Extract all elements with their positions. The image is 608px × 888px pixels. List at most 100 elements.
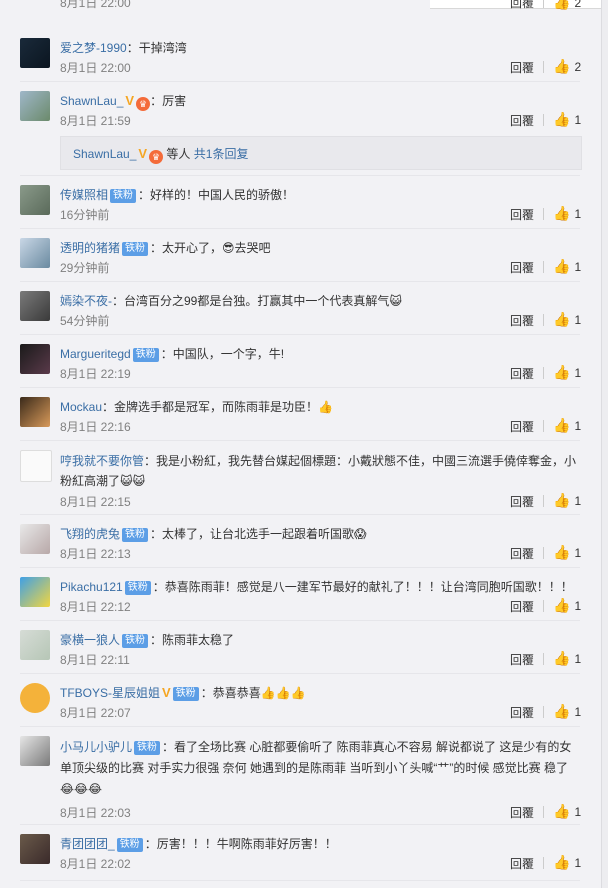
like-button[interactable]: 👍 1 <box>553 205 581 222</box>
reply-button[interactable]: 回覆 <box>510 545 534 562</box>
crown-badge-icon: ♛ <box>136 97 151 111</box>
comment-text: ：恭喜恭喜👍👍👍 <box>200 686 306 700</box>
fan-badge: 铁粉 <box>116 838 143 852</box>
comment-time: 16分钟前 <box>60 208 110 222</box>
username[interactable]: 哼我就不要你管 <box>60 454 144 468</box>
divider <box>543 600 544 612</box>
fan-badge: 铁粉 <box>122 634 149 648</box>
comment-text: ：陈雨菲太稳了 <box>150 633 235 647</box>
thumbs-up-icon: 👍 <box>553 650 571 666</box>
like-button[interactable]: 👍 1 <box>553 703 581 720</box>
reply-button[interactable]: 回覆 <box>510 418 534 435</box>
like-button[interactable]: 👍 1 <box>553 803 581 820</box>
reply-button[interactable]: 回覆 <box>510 0 534 11</box>
username[interactable]: 小马儿小驴儿 <box>60 740 132 754</box>
comment-text: ：好样的！中国人民的骄傲！ <box>138 188 295 202</box>
sub-reply-link[interactable]: 共1条回复 <box>194 147 249 161</box>
thumbs-up-icon: 👍 <box>553 492 571 508</box>
avatar[interactable] <box>20 91 50 121</box>
divider <box>543 208 544 220</box>
avatar[interactable] <box>20 683 50 713</box>
avatar[interactable] <box>20 630 50 660</box>
reply-button[interactable]: 回覆 <box>510 704 534 721</box>
like-button[interactable]: 👍 1 <box>553 258 581 275</box>
reply-button[interactable]: 回覆 <box>510 493 534 510</box>
divider <box>20 334 580 335</box>
username[interactable]: Pikachu121 <box>60 580 123 594</box>
username[interactable]: 透明的猪猪 <box>60 241 120 255</box>
thumbs-up-icon: 👍 <box>553 544 571 560</box>
avatar[interactable] <box>20 397 50 427</box>
like-count: 1 <box>574 546 582 560</box>
comment-body: Mockau：金牌选手都是冠军，而陈雨菲是功臣！👍 <box>60 398 578 416</box>
reply-button[interactable]: 回覆 <box>510 206 534 223</box>
username[interactable]: TFBOYS-星辰姐姐 <box>60 686 160 700</box>
comment-time: 8月1日 22:15 <box>60 495 131 509</box>
comment-time: 8月1日 22:12 <box>60 600 131 614</box>
avatar[interactable] <box>20 577 50 607</box>
username[interactable]: 青团团团_ <box>60 837 115 851</box>
reply-button[interactable]: 回覆 <box>510 112 534 129</box>
divider <box>20 514 580 515</box>
divider <box>543 653 544 665</box>
username[interactable]: 豪横一狼人 <box>60 633 120 647</box>
reply-button[interactable]: 回覆 <box>510 651 534 668</box>
divider <box>20 228 580 229</box>
divider <box>543 420 544 432</box>
like-count: 1 <box>574 705 582 719</box>
fan-badge: 铁粉 <box>110 189 137 203</box>
thumbs-up-icon: 👍 <box>553 703 571 719</box>
like-button[interactable]: 👍 1 <box>553 544 581 561</box>
username[interactable]: ShawnLau_ <box>73 147 136 161</box>
avatar[interactable] <box>20 524 50 554</box>
reply-button[interactable]: 回覆 <box>510 259 534 276</box>
like-button[interactable]: 👍 2 <box>553 0 581 11</box>
avatar[interactable] <box>20 185 50 215</box>
reply-button[interactable]: 回覆 <box>510 365 534 382</box>
username[interactable]: 爱之梦-1990 <box>60 41 127 55</box>
reply-button[interactable]: 回覆 <box>510 59 534 76</box>
like-button[interactable]: 👍 1 <box>553 364 581 381</box>
like-button[interactable]: 👍 2 <box>553 58 581 75</box>
sub-reply-box[interactable]: ShawnLau_ V ♛ 等人 共1条回复 <box>60 136 582 170</box>
reply-button[interactable]: 回覆 <box>510 598 534 615</box>
username[interactable]: Margueritegd <box>60 347 131 361</box>
avatar[interactable] <box>20 238 50 268</box>
avatar[interactable] <box>20 450 52 482</box>
avatar[interactable] <box>20 834 50 864</box>
comment-body: 爱之梦-1990：干掉湾湾 <box>60 39 578 57</box>
avatar[interactable] <box>20 291 50 321</box>
like-count: 1 <box>574 366 582 380</box>
avatar[interactable] <box>20 38 50 68</box>
reply-button[interactable]: 回覆 <box>510 804 534 821</box>
sub-reply-summary: ShawnLau_ V ♛ 等人 共1条回复 <box>73 145 248 164</box>
divider <box>543 314 544 326</box>
like-button[interactable]: 👍 1 <box>553 854 581 871</box>
like-button[interactable]: 👍 1 <box>553 417 581 434</box>
comment-item: 飞翔的虎兔 铁粉 ：太棒了，让台北选手一起跟着听国歌😱 8月1日 22:13 回覆 … <box>0 524 600 564</box>
divider <box>20 673 580 674</box>
like-button[interactable]: 👍 1 <box>553 650 581 667</box>
comment-text: ：厉害！！！牛啊陈雨菲好厉害！！ <box>144 837 337 851</box>
comment-body: 小马儿小驴儿 铁粉 ：看了全场比赛 心脏都要偷听了 陈雨菲真心不容易 解说都说了 这… <box>60 737 578 800</box>
like-button[interactable]: 👍 1 <box>553 492 581 509</box>
like-button[interactable]: 👍 1 <box>553 597 581 614</box>
like-button[interactable]: 👍 1 <box>553 111 581 128</box>
like-count: 1 <box>574 494 582 508</box>
like-button[interactable]: 👍 1 <box>553 311 581 328</box>
username[interactable]: 飞翔的虎兔 <box>60 527 120 541</box>
fan-badge: 铁粉 <box>122 528 149 542</box>
username[interactable]: Mockau <box>60 400 102 414</box>
reply-button[interactable]: 回覆 <box>510 312 534 329</box>
divider <box>20 175 580 176</box>
comment-item: TFBOYS-星辰姐姐 V 铁粉 ：恭喜恭喜👍👍👍 8月1日 22:07 回覆 👍 1 <box>0 683 600 723</box>
reply-button[interactable]: 回覆 <box>510 855 534 872</box>
comment-time: 8月1日 22:02 <box>60 857 131 871</box>
scrollbar[interactable] <box>601 0 608 888</box>
username[interactable]: ShawnLau_ <box>60 94 123 108</box>
fan-badge: 铁粉 <box>134 741 161 755</box>
username[interactable]: 嫣染不夜- <box>60 294 112 308</box>
avatar[interactable] <box>20 344 50 374</box>
avatar[interactable] <box>20 736 50 766</box>
username[interactable]: 传媒照相 <box>60 188 108 202</box>
